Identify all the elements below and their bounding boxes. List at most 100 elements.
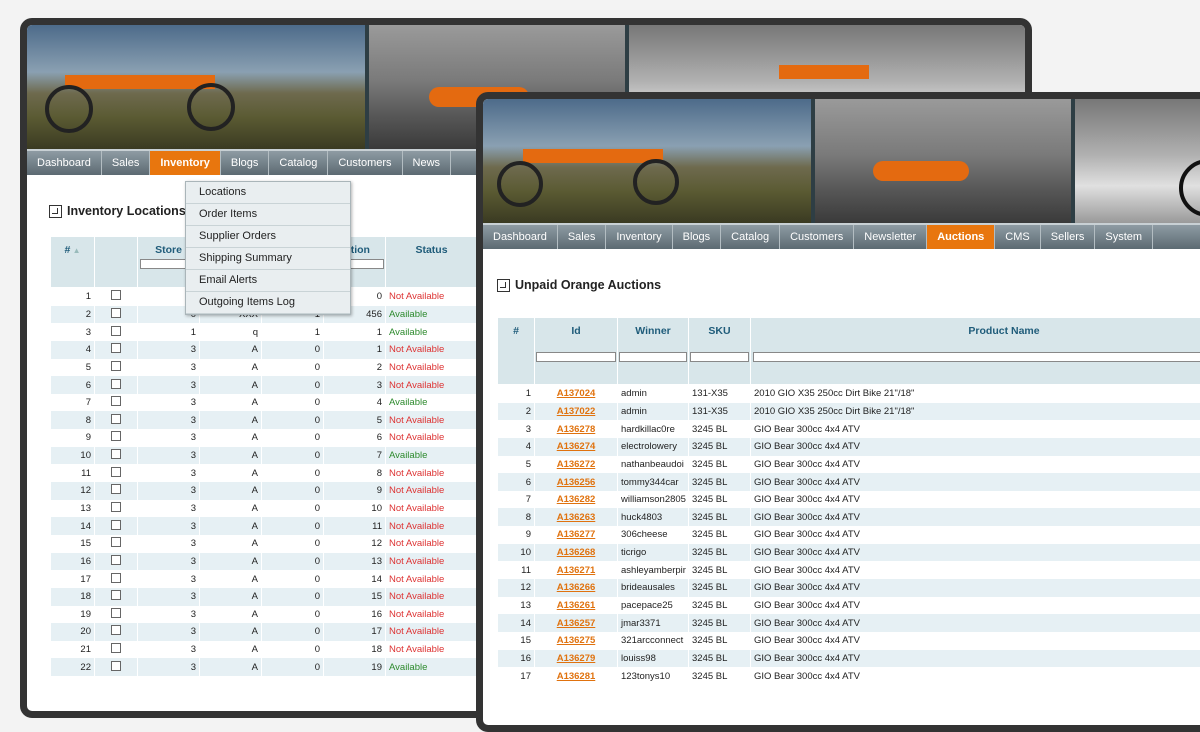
- table-row[interactable]: 153A012Not Available: [51, 535, 478, 553]
- auction-id-link[interactable]: A136261: [557, 600, 596, 611]
- col-header-sku[interactable]: SKU: [689, 318, 751, 385]
- table-row[interactable]: 7A136282williamson28053245 BLGIO Bear 30…: [498, 491, 1200, 509]
- table-row[interactable]: 12A136266brideausales3245 BLGIO Bear 300…: [498, 579, 1200, 597]
- table-row[interactable]: 13A136261pacepace253245 BLGIO Bear 300cc…: [498, 597, 1200, 615]
- nav-item-sales[interactable]: Sales: [102, 151, 151, 175]
- auction-id-link[interactable]: A136268: [557, 547, 596, 558]
- col-header-product-name[interactable]: Product Name: [751, 318, 1200, 385]
- table-row[interactable]: 11A136271ashleyamberpir3245 BLGIO Bear 3…: [498, 561, 1200, 579]
- row-checkbox[interactable]: [111, 290, 121, 300]
- auction-id-link[interactable]: A136282: [557, 494, 596, 505]
- table-row[interactable]: 83A05Not Available: [51, 411, 478, 429]
- table-row[interactable]: 3A136278hardkillac0re3245 BLGIO Bear 300…: [498, 420, 1200, 438]
- nav-item-dashboard[interactable]: Dashboard: [27, 151, 102, 175]
- auction-id-link[interactable]: A136263: [557, 512, 596, 523]
- col-header-number[interactable]: #: [498, 318, 535, 385]
- auction-id-link[interactable]: A136257: [557, 618, 596, 629]
- nav-item-news[interactable]: News: [403, 151, 452, 175]
- auction-id-link[interactable]: A136281: [557, 671, 596, 682]
- auction-id-link[interactable]: A136274: [557, 441, 596, 452]
- filter-input[interactable]: [690, 352, 749, 362]
- row-checkbox[interactable]: [111, 484, 121, 494]
- nav-item-catalog[interactable]: Catalog: [721, 225, 780, 249]
- nav-item-inventory[interactable]: Inventory: [606, 225, 672, 249]
- row-checkbox[interactable]: [111, 308, 121, 318]
- table-row[interactable]: 43A01Not Available: [51, 341, 478, 359]
- table-row[interactable]: 93A06Not Available: [51, 429, 478, 447]
- col-header-status[interactable]: Status: [386, 237, 478, 288]
- row-checkbox[interactable]: [111, 661, 121, 671]
- row-checkbox[interactable]: [111, 537, 121, 547]
- col-header-winner[interactable]: Winner: [618, 318, 689, 385]
- table-row[interactable]: 163A013Not Available: [51, 553, 478, 571]
- row-checkbox[interactable]: [111, 414, 121, 424]
- row-checkbox[interactable]: [111, 431, 121, 441]
- auction-id-link[interactable]: A136279: [557, 653, 596, 664]
- table-row[interactable]: 223A019Available: [51, 658, 478, 676]
- row-checkbox[interactable]: [111, 467, 121, 477]
- table-row[interactable]: 6A136256tommy344car3245 BLGIO Bear 300cc…: [498, 473, 1200, 491]
- table-row[interactable]: 133A010Not Available: [51, 500, 478, 518]
- auction-id-link[interactable]: A136278: [557, 424, 596, 435]
- menu-item-shipping-summary[interactable]: Shipping Summary: [186, 248, 350, 270]
- nav-item-dashboard[interactable]: Dashboard: [483, 225, 558, 249]
- row-checkbox[interactable]: [111, 643, 121, 653]
- table-row[interactable]: 31q11Available: [51, 323, 478, 341]
- row-checkbox[interactable]: [111, 379, 121, 389]
- menu-item-order-items[interactable]: Order Items: [186, 204, 350, 226]
- auction-id-link[interactable]: A136272: [557, 459, 596, 470]
- table-row[interactable]: 213A018Not Available: [51, 641, 478, 659]
- filter-input[interactable]: [536, 352, 616, 362]
- auction-id-link[interactable]: A136256: [557, 477, 596, 488]
- row-checkbox[interactable]: [111, 361, 121, 371]
- nav-item-newsletter[interactable]: Newsletter: [854, 225, 927, 249]
- auction-id-link[interactable]: A136275: [557, 635, 596, 646]
- menu-item-email-alerts[interactable]: Email Alerts: [186, 270, 350, 292]
- table-row[interactable]: 73A04Available: [51, 394, 478, 412]
- table-row[interactable]: 5A136272nathanbeaudoi3245 BLGIO Bear 300…: [498, 456, 1200, 474]
- row-checkbox[interactable]: [111, 573, 121, 583]
- nav-item-sales[interactable]: Sales: [558, 225, 607, 249]
- row-checkbox[interactable]: [111, 396, 121, 406]
- nav-item-blogs[interactable]: Blogs: [673, 225, 722, 249]
- nav-item-customers[interactable]: Customers: [328, 151, 402, 175]
- nav-item-auctions[interactable]: Auctions: [927, 225, 995, 249]
- row-checkbox[interactable]: [111, 343, 121, 353]
- filter-input[interactable]: [753, 352, 1200, 362]
- nav-item-blogs[interactable]: Blogs: [221, 151, 270, 175]
- table-row[interactable]: 203A017Not Available: [51, 623, 478, 641]
- auction-id-link[interactable]: A137024: [557, 388, 596, 399]
- table-row[interactable]: 4A136274electrolowery3245 BLGIO Bear 300…: [498, 438, 1200, 456]
- nav-item-customers[interactable]: Customers: [780, 225, 854, 249]
- table-row[interactable]: 1A137024admin131-X352010 GIO X35 250cc D…: [498, 385, 1200, 403]
- col-header-number[interactable]: # ▲: [51, 237, 95, 288]
- table-row[interactable]: 193A016Not Available: [51, 606, 478, 624]
- table-row[interactable]: 14A136257jmar33713245 BLGIO Bear 300cc 4…: [498, 614, 1200, 632]
- table-row[interactable]: 173A014Not Available: [51, 570, 478, 588]
- nav-item-cms[interactable]: CMS: [995, 225, 1040, 249]
- row-checkbox[interactable]: [111, 608, 121, 618]
- row-checkbox[interactable]: [111, 449, 121, 459]
- table-row[interactable]: 123A09Not Available: [51, 482, 478, 500]
- table-row[interactable]: 183A015Not Available: [51, 588, 478, 606]
- table-row[interactable]: 53A02Not Available: [51, 359, 478, 377]
- nav-item-system[interactable]: System: [1095, 225, 1153, 249]
- table-row[interactable]: 17A136281123tonys103245 BLGIO Bear 300cc…: [498, 667, 1200, 685]
- nav-item-sellers[interactable]: Sellers: [1041, 225, 1096, 249]
- table-row[interactable]: 16A136279louiss983245 BLGIO Bear 300cc 4…: [498, 650, 1200, 668]
- row-checkbox[interactable]: [111, 625, 121, 635]
- row-checkbox[interactable]: [111, 502, 121, 512]
- row-checkbox[interactable]: [111, 590, 121, 600]
- auction-id-link[interactable]: A136271: [557, 565, 596, 576]
- col-header-id[interactable]: Id: [535, 318, 618, 385]
- filter-input[interactable]: [619, 352, 687, 362]
- table-row[interactable]: 2A137022admin131-X352010 GIO X35 250cc D…: [498, 403, 1200, 421]
- table-row[interactable]: 10A136268ticrigo3245 BLGIO Bear 300cc 4x…: [498, 544, 1200, 562]
- table-row[interactable]: 143A011Not Available: [51, 517, 478, 535]
- auction-id-link[interactable]: A137022: [557, 406, 596, 417]
- row-checkbox[interactable]: [111, 520, 121, 530]
- table-row[interactable]: 9A136277306cheese3245 BLGIO Bear 300cc 4…: [498, 526, 1200, 544]
- menu-item-outgoing-items-log[interactable]: Outgoing Items Log: [186, 292, 350, 314]
- row-checkbox[interactable]: [111, 326, 121, 336]
- table-row[interactable]: 113A08Not Available: [51, 464, 478, 482]
